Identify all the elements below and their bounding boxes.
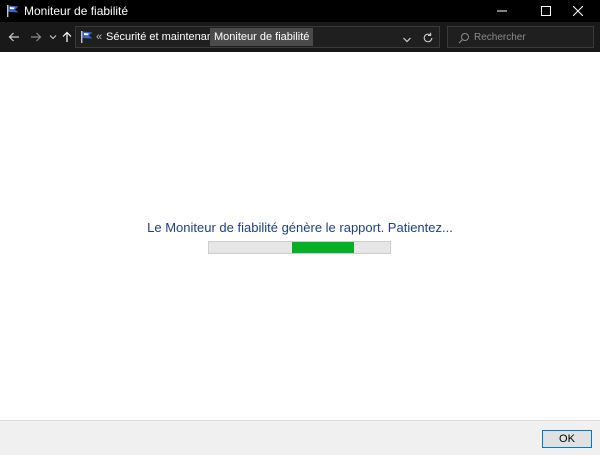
chevron-down-icon[interactable]: [402, 32, 412, 43]
minimize-button[interactable]: [480, 0, 524, 22]
breadcrumb-security-maintenance[interactable]: Sécurité et maintenance: [106, 30, 225, 44]
flag-icon: [80, 30, 94, 44]
ok-button[interactable]: OK: [542, 430, 592, 448]
search-input[interactable]: [474, 28, 590, 46]
footer-bar: OK: [0, 420, 600, 455]
main-content: Le Moniteur de fiabilité génère le rappo…: [0, 52, 600, 420]
up-arrow-button[interactable]: [59, 29, 75, 45]
progress-bar-fill: [292, 242, 354, 253]
search-box[interactable]: [447, 26, 594, 48]
forward-button[interactable]: [28, 29, 44, 45]
close-button[interactable]: [556, 0, 600, 22]
title-bar: Moniteur de fiabilité: [0, 0, 600, 22]
refresh-icon[interactable]: [422, 31, 434, 43]
status-message: Le Moniteur de fiabilité génère le rappo…: [147, 220, 453, 235]
progress-bar: [208, 241, 391, 254]
breadcrumb-reliability-monitor[interactable]: Moniteur de fiabilité: [210, 28, 314, 46]
back-button[interactable]: [6, 29, 22, 45]
search-icon: [458, 31, 470, 44]
address-bar[interactable]: « Sécurité et maintenance › Moniteur de …: [75, 26, 440, 48]
chevron-double-left-icon[interactable]: «: [96, 29, 102, 45]
window-title: Moniteur de fiabilité: [24, 4, 129, 18]
flag-icon: [6, 4, 20, 18]
chevron-right-icon[interactable]: ›: [200, 29, 204, 45]
